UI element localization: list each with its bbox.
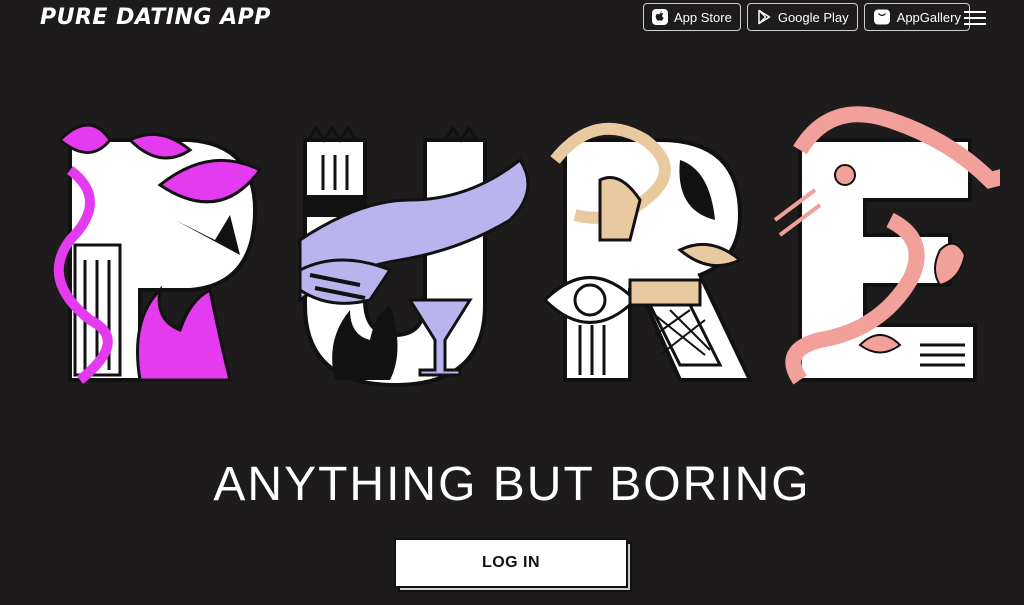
logo[interactable]: PURE DATING APP bbox=[40, 5, 271, 30]
google-play-button[interactable]: Google Play bbox=[746, 3, 858, 31]
google-play-label: Google Play bbox=[777, 9, 849, 25]
hamburger-menu-icon[interactable] bbox=[964, 11, 986, 25]
tagline: ANYTHING BUT BORING bbox=[213, 458, 811, 511]
apple-icon bbox=[652, 9, 668, 25]
letter-p bbox=[53, 123, 263, 384]
appgallery-button[interactable]: AppGallery bbox=[863, 3, 970, 31]
appgallery-icon bbox=[873, 9, 890, 25]
login-button[interactable]: LOG IN bbox=[394, 538, 628, 588]
pure-illustration bbox=[53, 106, 1000, 388]
google-play-icon bbox=[758, 9, 771, 25]
app-store-label: App Store bbox=[674, 9, 732, 25]
login-button-wrap: LOG IN bbox=[394, 538, 634, 594]
store-links: App Store Google Play AppGallery bbox=[643, 3, 970, 31]
letter-e bbox=[773, 106, 1000, 385]
app-store-button[interactable]: App Store bbox=[643, 3, 741, 31]
appgallery-label: AppGallery bbox=[896, 9, 961, 25]
letter-r bbox=[542, 122, 754, 382]
letter-u bbox=[298, 125, 530, 388]
